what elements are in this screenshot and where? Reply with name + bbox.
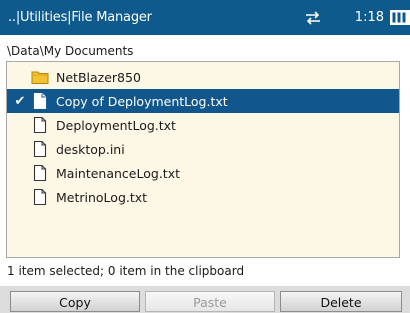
folder-row[interactable]: NetBlazer850 <box>7 65 399 89</box>
file-row[interactable]: ✔ Copy of DeploymentLog.txt <box>7 89 399 113</box>
file-row[interactable]: desktop.ini <box>7 137 399 161</box>
selection-status: 1 item selected; 0 item in the clipboard <box>7 264 245 278</box>
title-bar: ..|Utilities|File Manager 1:18 <box>0 0 410 35</box>
copy-button[interactable]: Copy <box>10 291 140 312</box>
file-row[interactable]: MaintenanceLog.txt <box>7 161 399 185</box>
file-name: NetBlazer850 <box>56 69 141 85</box>
clock-time: 1:18 <box>354 10 384 25</box>
title-divider <box>0 35 410 38</box>
window-title[interactable]: ..|Utilities|File Manager <box>8 0 152 35</box>
current-path: \Data\My Documents <box>7 44 134 58</box>
file-row[interactable]: MetrinoLog.txt <box>7 185 399 209</box>
document-icon <box>33 116 47 134</box>
delete-button[interactable]: Delete <box>280 291 402 312</box>
document-icon <box>33 188 47 206</box>
file-name: Copy of DeploymentLog.txt <box>56 93 228 109</box>
paste-button[interactable]: Paste <box>145 291 275 312</box>
sync-arrows-icon <box>306 11 320 25</box>
document-icon <box>33 164 47 182</box>
file-name: MetrinoLog.txt <box>56 189 148 205</box>
button-bar: Copy Paste Delete <box>0 286 410 313</box>
file-name: MaintenanceLog.txt <box>56 165 180 181</box>
file-row[interactable]: DeploymentLog.txt <box>7 113 399 137</box>
selection-check-icon: ✔ <box>14 93 26 109</box>
battery-icon <box>390 10 410 25</box>
file-name: DeploymentLog.txt <box>56 117 176 133</box>
file-name: desktop.ini <box>56 141 125 157</box>
file-list[interactable]: NetBlazer850 ✔ Copy of DeploymentLog.txt De… <box>6 61 400 258</box>
folder-icon <box>31 71 49 84</box>
document-icon <box>33 92 47 110</box>
document-icon <box>33 140 47 158</box>
